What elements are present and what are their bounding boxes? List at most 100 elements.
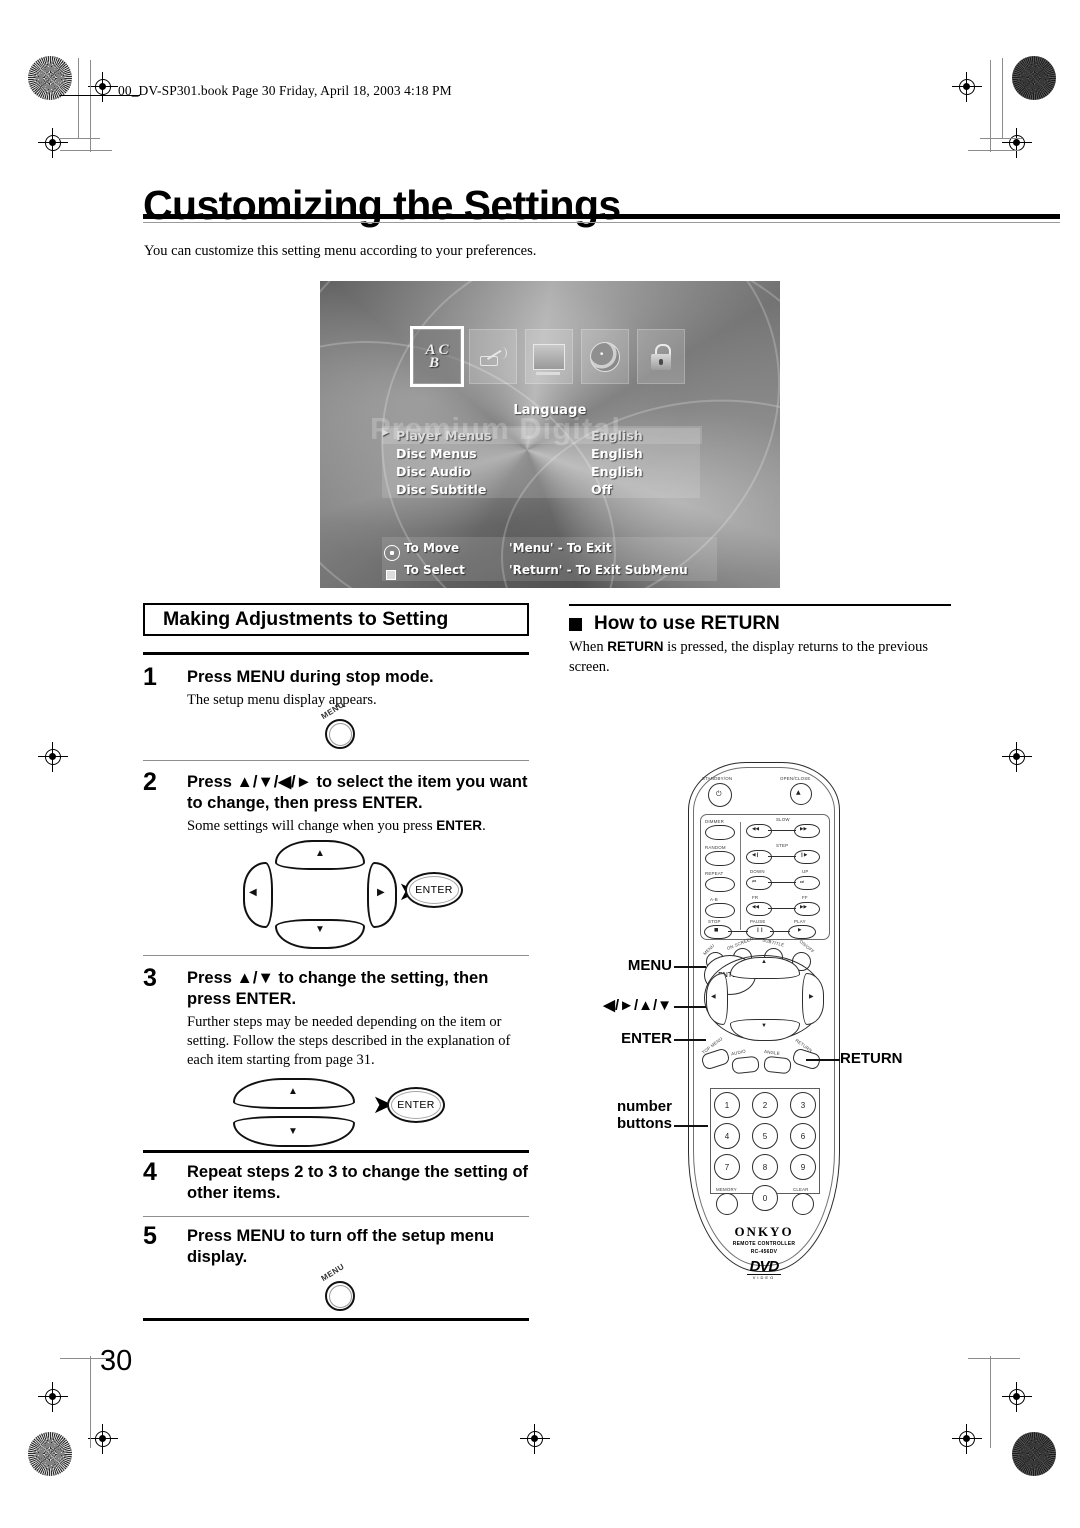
next-button[interactable] xyxy=(794,876,820,890)
step-divider-3 xyxy=(143,1150,529,1153)
osd-footer-right: 'Menu' - To Exit xyxy=(509,541,612,555)
enter-label: ENTER xyxy=(397,1099,435,1111)
osd-screenshot: Premium Digital A CB Language Player Men… xyxy=(320,281,780,588)
slow-label: SLOW xyxy=(776,817,790,822)
disc-icon[interactable] xyxy=(581,329,629,384)
menu-button-label: MENU xyxy=(319,699,347,722)
page-title: Customizing the Settings xyxy=(143,182,621,229)
registration-mark-tl xyxy=(88,72,118,102)
step-label: STEP xyxy=(776,843,789,848)
title-rule xyxy=(143,214,1060,219)
step-divider-4 xyxy=(143,1216,529,1217)
callout-dpad: ◀/►/▲/▼ xyxy=(603,997,672,1014)
random-button[interactable] xyxy=(705,851,735,866)
intro-text: You can customize this setting menu acco… xyxy=(144,243,537,259)
osd-row-player-menus[interactable]: Player Menus English xyxy=(382,426,702,444)
crop-line-tl-h xyxy=(60,150,112,151)
enter-square-icon xyxy=(386,570,396,580)
registration-mark-tr xyxy=(952,72,982,102)
file-stamp: 00_DV-SP301.book Page 30 Friday, April 1… xyxy=(118,83,452,98)
memory-button[interactable] xyxy=(716,1193,738,1215)
remote-control-diagram: STANDBY/ON ⏻ OPEN/CLOSE ▲ DIMMER SLOW ◀◀… xyxy=(688,762,840,1280)
step-divider-5 xyxy=(143,1318,529,1321)
memory-label: MEMORY xyxy=(716,1187,737,1192)
enter-button-figure-step3: ENTER xyxy=(387,1087,445,1123)
stop-icon: ■ xyxy=(714,928,719,933)
dvd-logo-sub: VIDEO xyxy=(747,1274,781,1280)
number-button-7[interactable]: 7 xyxy=(714,1154,740,1180)
leader-menu xyxy=(674,966,706,968)
step-1-heading: Press MENU during stop mode. xyxy=(187,668,434,686)
osd-footer-left: To Select xyxy=(404,563,465,577)
number-button-3[interactable]: 3 xyxy=(790,1092,816,1118)
dimmer-button[interactable] xyxy=(705,825,735,840)
stop-label: STOP xyxy=(708,919,721,924)
step-reverse-icon: ◀❙ xyxy=(752,853,760,858)
pause-label: PAUSE xyxy=(750,919,766,924)
osd-row-value: English xyxy=(591,445,643,461)
number-button-5[interactable]: 5 xyxy=(752,1123,778,1149)
step-divider-2 xyxy=(143,955,529,956)
audio-icon[interactable] xyxy=(469,329,517,384)
power-icon: ⏻ xyxy=(716,790,722,798)
play-button[interactable] xyxy=(788,925,816,939)
leader-return xyxy=(806,1059,840,1061)
dimmer-label: DIMMER xyxy=(705,819,725,824)
number-button-0[interactable]: 0 xyxy=(752,1185,778,1211)
clear-label: CLEAR xyxy=(793,1187,809,1192)
osd-footer-right: 'Return' - To Exit SubMenu xyxy=(509,563,688,577)
osd-row-label: Disc Menus xyxy=(396,445,477,461)
number-button-6[interactable]: 6 xyxy=(790,1123,816,1149)
rewind-icon: ◀◀ xyxy=(752,905,760,910)
number-button-1[interactable]: 1 xyxy=(714,1092,740,1118)
osd-row-disc-subtitle[interactable]: Disc Subtitle Off xyxy=(382,480,702,498)
crop-line-br-h xyxy=(968,1358,1020,1359)
crop-line-tl-h2 xyxy=(58,138,100,139)
osd-row-label: Disc Subtitle xyxy=(396,481,487,497)
dpad-icon xyxy=(384,545,400,561)
remote-brand: ONKYO xyxy=(734,1224,794,1239)
menu-button-ring xyxy=(325,1281,355,1311)
previous-button[interactable] xyxy=(746,876,772,890)
display-icon[interactable] xyxy=(525,329,573,384)
number-button-4[interactable]: 4 xyxy=(714,1123,740,1149)
registration-mark-left-upper xyxy=(38,128,68,158)
language-icon[interactable]: A CB xyxy=(410,326,464,387)
crop-line-tr-v2 xyxy=(1002,58,1003,138)
remote-model-line1: REMOTE CONTROLLER xyxy=(732,1241,796,1247)
clear-button[interactable] xyxy=(792,1193,814,1215)
ff-label: FF xyxy=(802,895,808,900)
remote-navigation-ring: ▲ ▼ ◀ ▶ ENTER xyxy=(704,955,824,1041)
play-label: PLAY xyxy=(794,919,806,924)
dpad-figure-step2: ▲ ▼ ◀ ▶ xyxy=(243,840,397,949)
ab-button[interactable] xyxy=(705,903,735,918)
osd-row-disc-audio[interactable]: Disc Audio English xyxy=(382,462,702,480)
number-button-2[interactable]: 2 xyxy=(752,1092,778,1118)
fastforward-icon: ▶▶ xyxy=(800,905,808,910)
stop-pause-link xyxy=(728,931,748,932)
number-button-9[interactable]: 9 xyxy=(790,1154,816,1180)
remote-left-button[interactable] xyxy=(706,973,728,1025)
repeat-button[interactable] xyxy=(705,877,735,892)
title-rule-thin xyxy=(143,222,1060,223)
down-arrow-icon: ▼ xyxy=(288,1126,298,1137)
section-title-making-adjustments: Making Adjustments to Setting xyxy=(143,603,529,636)
slow-link-line xyxy=(768,830,796,831)
play-icon: ▶ xyxy=(798,928,802,933)
fr-label: FR xyxy=(752,895,759,900)
skip-link-line xyxy=(768,882,796,883)
osd-footer-left: To Move xyxy=(404,541,460,555)
enter-label: ENTER xyxy=(415,884,453,896)
angle-button[interactable] xyxy=(763,1055,792,1075)
language-icon-line2: B xyxy=(428,354,439,371)
osd-row-disc-menus[interactable]: Disc Menus English xyxy=(382,444,702,462)
number-button-8[interactable]: 8 xyxy=(752,1154,778,1180)
step-divider-1 xyxy=(143,760,529,761)
step-4-heading: Repeat steps 2 to 3 to change the settin… xyxy=(187,1163,529,1203)
step-3-number: 3 xyxy=(143,964,157,992)
callout-menu: MENU xyxy=(627,957,672,974)
osd-icon-row: A CB xyxy=(410,326,685,387)
parental-lock-icon[interactable] xyxy=(637,329,685,384)
return-section-heading: How to use RETURN xyxy=(569,613,780,635)
open-close-button[interactable] xyxy=(790,783,812,805)
